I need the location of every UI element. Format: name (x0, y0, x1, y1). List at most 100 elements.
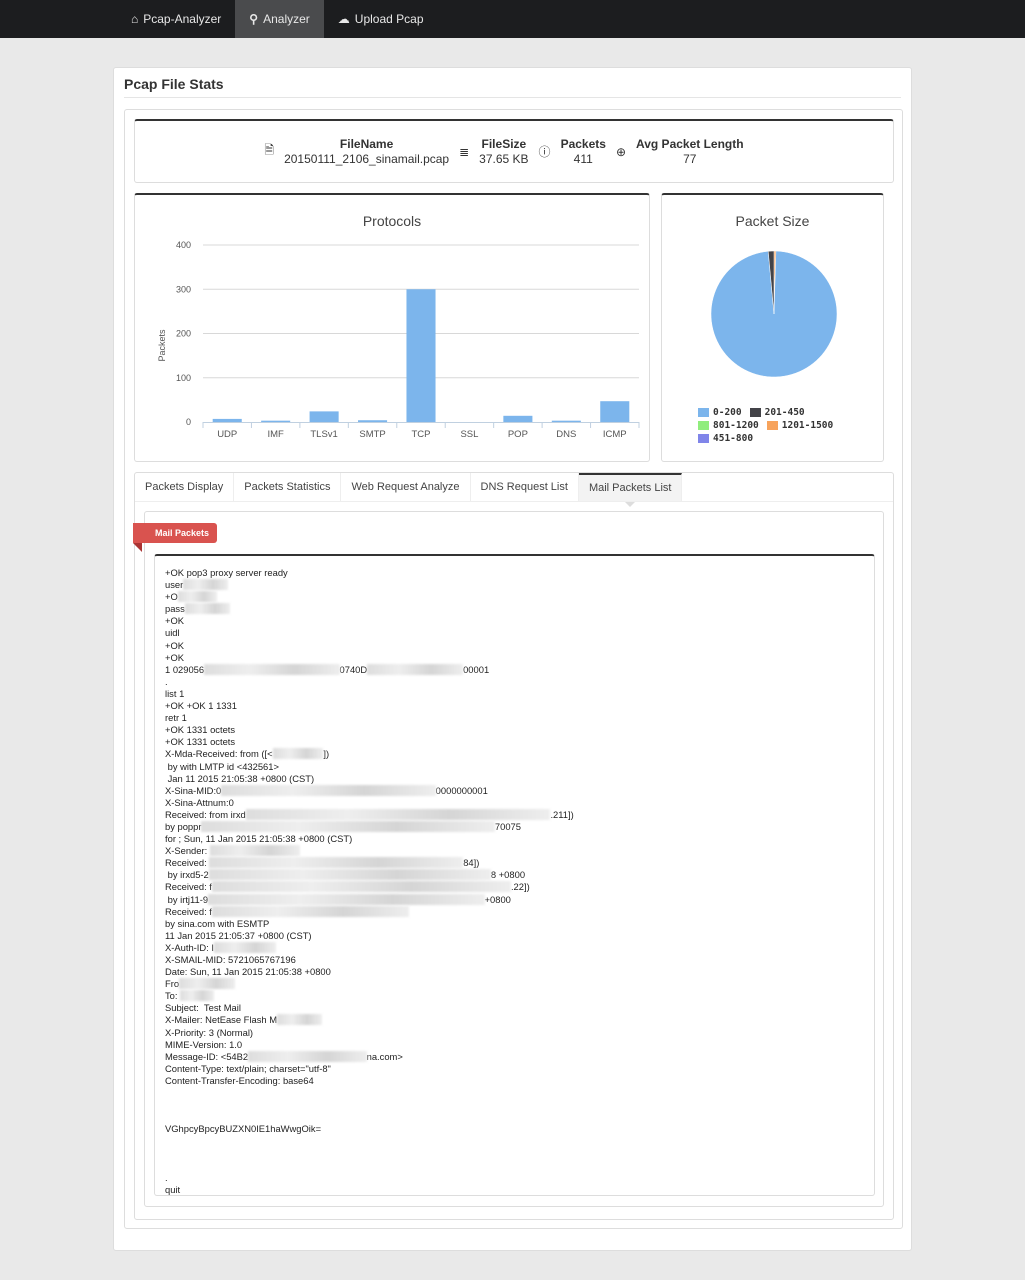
redacted-text: ████████ (277, 1014, 323, 1026)
mail-line (165, 1087, 864, 1099)
protocols-bar-chart: 0 100 200 300 400 Packets UDP IMF TLSv1 SMTP TCP SS… (157, 240, 640, 440)
mail-line: by with LMTP id <432561> (165, 761, 864, 773)
legend-label: 1201-1500 (781, 420, 834, 431)
mail-text: MIME-Version: 1.0 (165, 1038, 243, 1050)
mail-text: X-Priority: 3 (Normal) (165, 1026, 254, 1038)
mail-line: by sina.com with ESMTP (165, 918, 864, 930)
mail-text: +OK (165, 651, 185, 663)
x-tick-label: TLSv1 (310, 429, 337, 440)
tab-packets-statistics[interactable]: Packets Statistics (234, 473, 342, 501)
mail-text: user (165, 579, 184, 591)
mail-line: user████████ (165, 579, 864, 591)
redacted-text: ████████████████████████████████████████… (201, 820, 495, 832)
mail-line: +OK pop3 proxy server ready (165, 567, 864, 579)
home-icon: ⌂ (131, 12, 139, 26)
legend-item[interactable]: 1201-1500 (766, 420, 834, 431)
mail-text: X-Sender: (165, 845, 210, 857)
mail-text: X-Auth-ID: I (165, 941, 214, 953)
legend-item[interactable]: 801-1200 (698, 420, 759, 431)
mail-text: Content-Type: text/plain; charset="utf-8… (165, 1062, 331, 1074)
y-tick-label: 200 (176, 329, 191, 339)
redacted-text: ████████████████████████████████████████… (208, 893, 485, 905)
mail-line: +O███████ (165, 591, 864, 603)
mail-text: 00001 (463, 663, 490, 675)
mail-line: by poppr████████████████████████████████… (165, 820, 864, 833)
bar-dns (551, 420, 581, 422)
mail-text: 8 +0800 (490, 869, 526, 881)
legend-item[interactable]: 451-800 (698, 433, 753, 444)
divider (124, 97, 901, 98)
mail-text: +OK (165, 615, 185, 627)
redacted-text: █████████████████ (367, 663, 464, 675)
mail-text: 0740D (339, 663, 368, 675)
mail-text: by sina.com with ESMTP (165, 917, 270, 929)
tab-mail-packets-list[interactable]: Mail Packets List (578, 473, 683, 507)
mail-line: X-Auth-ID: I███████████ (165, 941, 864, 954)
tab-dns-request-list[interactable]: DNS Request List (471, 473, 579, 501)
x-tick-label: DNS (556, 429, 576, 440)
inner-panel: 🗎 FileName 20150111_2106_sinamail.pcap ≣ Fi… (124, 109, 903, 1229)
y-tick-label: 0 (186, 417, 191, 427)
legend-swatch (698, 434, 709, 443)
nav-analyzer[interactable]: ⚲ Analyzer (235, 0, 324, 38)
mail-line: Message-ID: <54B2█████████████████████na… (165, 1050, 864, 1063)
bar-icmp (600, 401, 630, 422)
y-tick-label: 100 (176, 373, 191, 383)
mail-text: +OK 1331 octets (165, 736, 236, 748)
mail-line: +OK (165, 615, 864, 627)
mail-line: Received: f█████████████████████████████… (165, 905, 864, 918)
mail-text: 11 Jan 2015 21:05:37 +0800 (CST) (165, 929, 312, 941)
mail-line: uidl (165, 627, 864, 639)
mail-line (165, 1099, 864, 1111)
database-icon: ≣ (459, 144, 470, 159)
mail-line: 1 029056████████████████████████0740D███… (165, 663, 864, 676)
redacted-text: █████████ (272, 748, 324, 760)
mail-packets-content: Mail Packets +OK pop3 proxy server ready… (133, 511, 884, 1207)
mail-text: for ; Sun, 11 Jan 2015 21:05:38 +0800 (C… (165, 833, 353, 845)
nav-upload-pcap[interactable]: ☁ Upload Pcap (324, 0, 438, 38)
mail-packets-ribbon: Mail Packets (133, 523, 218, 552)
mail-line: +OK +OK 1 1331 (165, 700, 864, 712)
mail-line: Received: f█████████████████████████████… (165, 881, 864, 893)
x-tick-label: POP (508, 429, 528, 440)
mail-text: 1 029056 (165, 663, 205, 675)
mail-text: by with LMTP id <432561> (165, 760, 279, 772)
tab-bar: Packets Display Packets Statistics Web R… (135, 473, 893, 507)
mail-text: Received: f (165, 905, 212, 917)
nav-pcap-analyzer[interactable]: ⌂ Pcap-Analyzer (117, 0, 235, 38)
mail-line: . (165, 1172, 864, 1184)
mail-text: X-Sina-Attnum:0 (165, 796, 234, 808)
mail-text: Received: from irxd (165, 808, 246, 820)
top-navbar: ⌂ Pcap-Analyzer ⚲ Analyzer ☁ Upload Pcap (0, 0, 1025, 38)
mail-text: 70075 (494, 820, 521, 832)
tab-packets-display[interactable]: Packets Display (135, 473, 235, 501)
mail-line (165, 1160, 864, 1172)
x-tick-label: TCP (412, 429, 431, 440)
mail-text: X-SMAIL-MID: 5721065767196 (165, 954, 296, 965)
mail-text: .211]) (550, 808, 574, 820)
legend-swatch (749, 408, 761, 417)
mail-text: +OK pop3 proxy server ready (165, 567, 288, 578)
zoom-in-icon: ⊕ (615, 144, 626, 159)
protocols-chart-panel: Protocols 0 100 200 300 400 Packets UDP IMF TLSv… (134, 193, 650, 462)
mail-text: na.com> (366, 1050, 403, 1062)
mail-line: . (165, 676, 864, 688)
mail-line: Content-Type: text/plain; charset="utf-8… (165, 1063, 864, 1075)
packet-size-pie-chart (710, 250, 838, 378)
y-tick-label: 300 (176, 284, 191, 294)
mail-line: Content-Transfer-Encoding: base64 (165, 1075, 864, 1087)
redacted-text: ██████████████████████████████████████ (221, 784, 436, 796)
mail-line: for ; Sun, 11 Jan 2015 21:05:38 +0800 (C… (165, 833, 864, 845)
mail-line: VGhpcyBpcyBUZXN0IE1haWwgOik= (165, 1123, 864, 1135)
legend-item[interactable]: 0-200 (698, 407, 742, 418)
tab-web-request-analyze[interactable]: Web Request Analyze (341, 473, 471, 501)
mail-text: X-Sina-MID:0 (165, 784, 222, 796)
mail-text: Jan 11 2015 21:05:38 +0800 (CST) (165, 772, 315, 784)
mail-line: +OK 1331 octets (165, 724, 864, 736)
redacted-text: ████████ (183, 579, 229, 591)
x-tick-label: SSL (460, 429, 478, 440)
legend-item[interactable]: 201-450 (749, 407, 805, 418)
mail-text: +O (165, 591, 178, 603)
legend-swatch (698, 408, 709, 417)
bar-pop (503, 415, 533, 422)
